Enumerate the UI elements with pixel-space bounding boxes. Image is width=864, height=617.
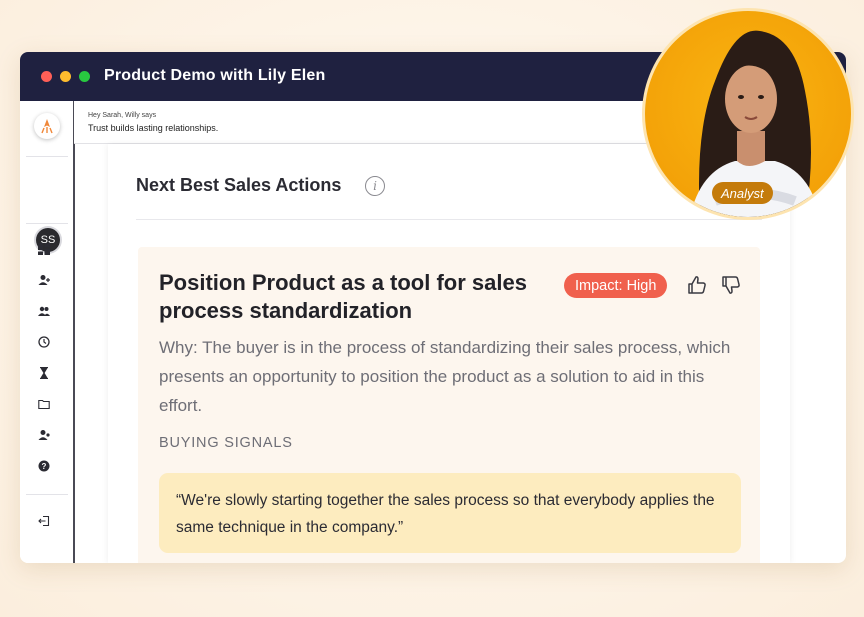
user-settings-icon[interactable] [38, 429, 50, 441]
sales-actions-panel: Next Best Sales Actions i Position Produ… [108, 144, 790, 563]
action-rationale: Why: The buyer is in the process of stan… [159, 338, 731, 415]
logout-icon[interactable] [38, 515, 50, 527]
action-title: Position Product as a tool for sales pro… [159, 270, 527, 323]
svg-text:?: ? [42, 462, 47, 471]
minimize-window-button[interactable] [60, 71, 71, 82]
sidebar: SS ? [20, 101, 75, 563]
buying-signals-label: BUYING SIGNALS [159, 435, 293, 451]
dashboard-icon[interactable] [38, 243, 50, 255]
logo-icon [41, 119, 53, 134]
sidebar-divider [26, 494, 68, 495]
help-icon[interactable]: ? [38, 460, 50, 472]
analyst-label: Analyst [712, 182, 773, 204]
folder-icon[interactable] [38, 398, 50, 410]
impact-badge: Impact: High [564, 273, 668, 298]
clock-icon[interactable] [38, 336, 50, 348]
maximize-window-button[interactable] [79, 71, 90, 82]
action-card: Position Product as a tool for sales pro… [138, 247, 760, 563]
add-user-icon[interactable] [38, 274, 50, 286]
greeting-intro: Hey Sarah, Willy says [88, 112, 157, 119]
panel-title: Next Best Sales Actions [136, 175, 342, 195]
sidebar-divider [26, 223, 68, 224]
buying-signal-quote: “We're slowly starting together the sale… [159, 473, 741, 553]
group-icon[interactable] [38, 305, 50, 317]
thumbs-down-icon[interactable] [720, 274, 742, 296]
thumbs-up-icon[interactable] [686, 274, 708, 296]
close-window-button[interactable] [41, 71, 52, 82]
greeting-message: Trust builds lasting relationships. [88, 123, 219, 133]
panel-divider [136, 219, 762, 220]
app-logo[interactable] [34, 113, 60, 139]
sidebar-divider [26, 156, 68, 157]
hourglass-icon[interactable] [38, 367, 50, 379]
info-icon[interactable]: i [365, 176, 385, 196]
window-title: Product Demo with Lily Elen [104, 67, 326, 84]
